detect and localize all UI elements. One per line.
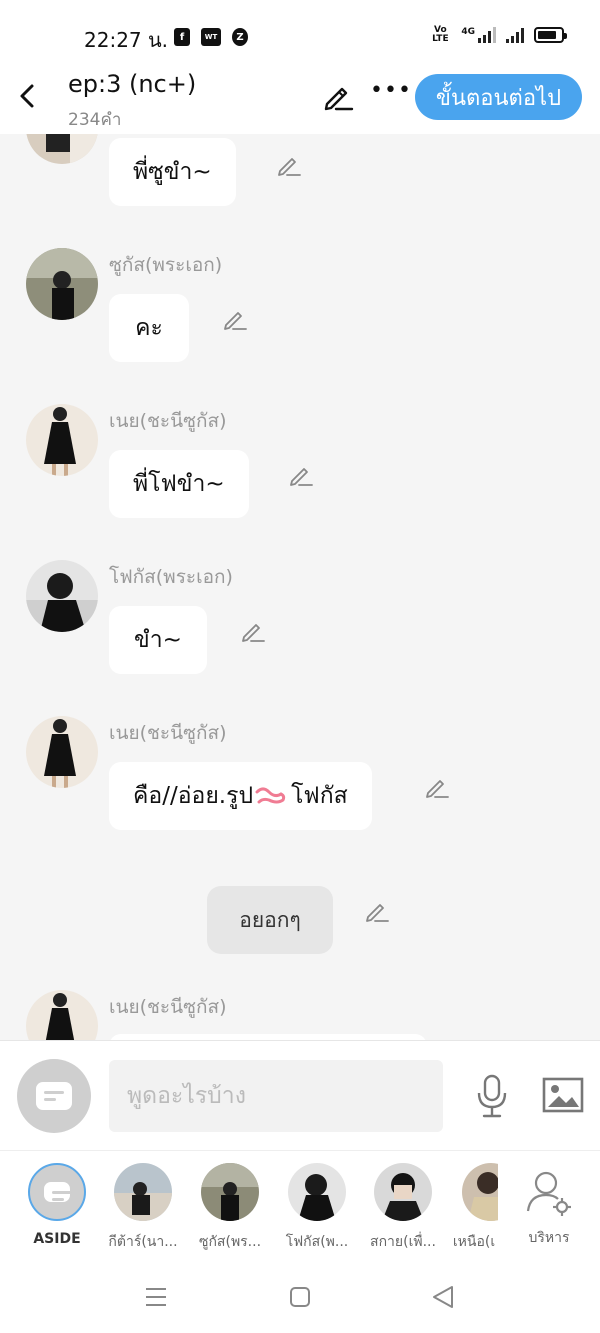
character-label: เหนือ(เ (452, 1234, 496, 1250)
facebook-icon: f (174, 28, 190, 46)
episode-title: ep:3 (nc+) (68, 70, 197, 98)
input-bar: พูดอะไรบ้าง (0, 1040, 600, 1150)
character-item[interactable]: ซูกัส(พร... (190, 1163, 270, 1253)
character-label: ซูกัส(พร... (198, 1234, 262, 1250)
volte-icon: Vo LTE (432, 25, 449, 44)
character-manage[interactable]: บริหาร (509, 1163, 589, 1249)
signal-4g-icon: 4G (461, 27, 496, 43)
edit-message-icon[interactable] (288, 462, 314, 488)
sender-name: โฟกัส(พระเอก) (109, 566, 233, 588)
message-input[interactable]: พูดอะไรบ้าง (109, 1060, 443, 1132)
back-arrow-icon[interactable] (14, 78, 44, 114)
network-label: 4G (461, 27, 475, 37)
character-avatar (374, 1163, 432, 1221)
back-triangle-icon[interactable] (430, 1284, 456, 1310)
aside-avatar (28, 1163, 86, 1221)
word-count: 234คำ (68, 110, 122, 130)
narration-icon (44, 1182, 72, 1202)
screen: 22:27 น. f WT Z Vo LTE 4G ep:3 (nc+) 234ค… (0, 0, 600, 1333)
character-label: บริหาร (528, 1230, 570, 1246)
sender-name: เนย(ชะนีซูกัส) (109, 410, 227, 432)
avatar[interactable] (26, 560, 98, 632)
z-app-icon: Z (232, 28, 248, 46)
avatar[interactable] (26, 248, 98, 320)
more-options-icon[interactable]: ••• (370, 80, 412, 102)
character-label: สกาย(เพื่... (370, 1234, 436, 1250)
edit-message-icon[interactable] (240, 618, 266, 644)
character-label: ASIDE (33, 1231, 81, 1247)
microphone-icon[interactable] (474, 1073, 510, 1119)
message-bubble[interactable]: พี่ซูขำ~ (109, 138, 236, 206)
message-text-part: โฟกัส (291, 783, 348, 809)
character-avatar (462, 1163, 498, 1221)
message-text-part: คือ//อ่อย.รูป (133, 783, 254, 809)
status-right: Vo LTE 4G (429, 25, 567, 44)
webtoon-icon: WT (201, 28, 221, 46)
avatar[interactable] (26, 134, 98, 164)
character-label: โฟกัส(พ... (285, 1234, 349, 1250)
message-bubble[interactable]: คะ (109, 294, 189, 362)
avatar[interactable] (26, 404, 98, 476)
menu-icon[interactable] (144, 1286, 168, 1308)
sender-name: เนย(ชะนีซูกัส) (109, 722, 227, 744)
message-bubble[interactable]: ขำ~ (109, 606, 207, 674)
character-label: กีต้าร์(นา... (108, 1234, 178, 1250)
narration-icon (36, 1082, 72, 1110)
character-item[interactable]: กีต้าร์(นา... (103, 1163, 183, 1253)
character-avatar (288, 1163, 346, 1221)
message-bubble[interactable]: คือ//อ่อย.รูป โฟกัส (109, 762, 372, 830)
next-step-button[interactable]: ขั้นตอนต่อไป (415, 74, 582, 120)
system-nav-bar (0, 1260, 600, 1333)
character-avatar (201, 1163, 259, 1221)
character-item[interactable]: สกาย(เพื่... (363, 1163, 443, 1253)
character-item[interactable]: โฟกัส(พ... (277, 1163, 357, 1253)
edit-message-icon[interactable] (424, 774, 450, 800)
chat-area[interactable]: พี่ซูขำ~ ซูกัส(พระเอก) คะ เนย(ชะนีซูกัส) (0, 134, 600, 1040)
signal-icon (506, 27, 524, 43)
character-avatar (114, 1163, 172, 1221)
aside-toggle-button[interactable] (17, 1059, 91, 1133)
avatar[interactable] (26, 716, 98, 788)
message-bubble[interactable]: พี่โฟขำ~ (109, 450, 249, 518)
character-item[interactable]: เหนือ(เ (450, 1163, 498, 1253)
pink-wave-emoji-icon (255, 787, 286, 804)
aside-bubble[interactable]: อยอกๆ (207, 886, 333, 954)
editor-header: ep:3 (nc+) 234คำ ••• ขั้นตอนต่อไป (0, 66, 600, 134)
avatar[interactable] (26, 990, 98, 1040)
status-time: 22:27 น. (84, 28, 169, 52)
image-icon[interactable] (542, 1077, 584, 1113)
home-icon[interactable] (288, 1285, 312, 1309)
edit-title-icon[interactable] (322, 80, 354, 112)
sender-name: ซูกัส(พระเอก) (109, 254, 223, 276)
status-bar: 22:27 น. f WT Z Vo LTE 4G (0, 0, 600, 72)
edit-message-icon[interactable] (364, 898, 390, 924)
edit-message-icon[interactable] (276, 152, 302, 178)
battery-icon (534, 27, 567, 43)
edit-message-icon[interactable] (222, 306, 248, 332)
manage-characters-icon (526, 1171, 571, 1216)
sender-name: เนย(ชะนีซูกัส) (109, 996, 227, 1018)
character-selector: ASIDE กีต้าร์(นา... ซูกัส(พร... โฟกัส(พ.… (0, 1150, 600, 1260)
character-aside[interactable]: ASIDE (17, 1163, 97, 1247)
